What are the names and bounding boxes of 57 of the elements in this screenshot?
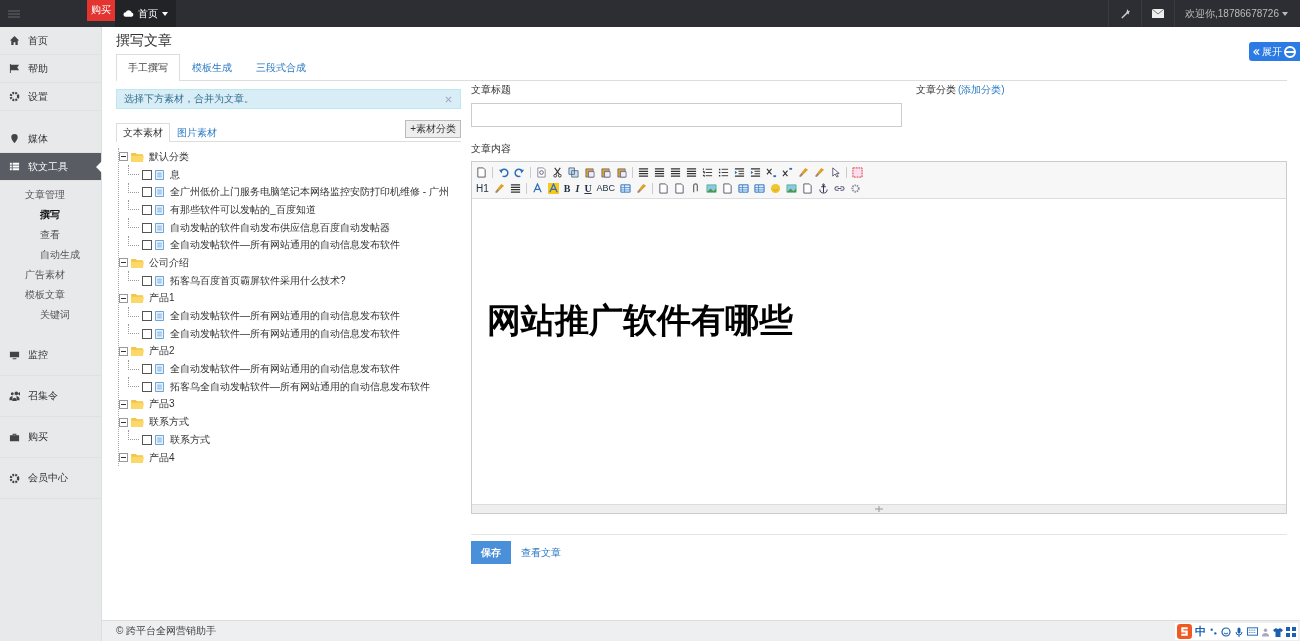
folder-label[interactable]: 联系方式 bbox=[149, 415, 189, 430]
material-title[interactable]: 拓客鸟百度首页霸屏软件采用什么技术? bbox=[170, 273, 346, 288]
material-title[interactable]: 全广州低价上门服务电脑笔记本网络监控安防打印机维修 - 广州 bbox=[170, 185, 449, 200]
folder-label[interactable]: 产品4 bbox=[149, 450, 175, 465]
expand-button[interactable]: 展开 bbox=[1249, 42, 1300, 61]
strikethrough-button[interactable]: ABC bbox=[596, 183, 616, 193]
page-title: 撰写文章 bbox=[116, 32, 173, 50]
buy-badge[interactable]: 购买 bbox=[87, 0, 115, 21]
folder-label[interactable]: 产品1 bbox=[149, 291, 175, 306]
field-label: 文章分类 bbox=[916, 83, 956, 97]
sidebar-item[interactable]: 设置 bbox=[0, 83, 101, 111]
bold-button[interactable]: B bbox=[563, 182, 571, 194]
sidebar-item[interactable]: 软文工具 bbox=[0, 153, 101, 181]
banner-title: 网站推广软件有哪些 bbox=[487, 300, 793, 340]
tab[interactable]: 文本素材 bbox=[116, 123, 170, 142]
underline-button[interactable]: U bbox=[584, 182, 592, 194]
copyright-text: © 跨平台全网营销助手 bbox=[116, 624, 217, 638]
sidebar-item[interactable]: 购买 bbox=[0, 417, 101, 458]
submenu-item[interactable]: 文章管理 bbox=[0, 185, 101, 205]
material-title[interactable]: 联系方式 bbox=[170, 432, 210, 447]
submenu-item[interactable]: 自动生成 bbox=[0, 245, 101, 265]
submenu-item[interactable]: 关键词 bbox=[0, 305, 101, 325]
submenu-item[interactable]: 模板文章 bbox=[0, 285, 101, 305]
sidebar-item[interactable]: 帮助 bbox=[0, 55, 101, 83]
alert-text: 选择下方素材，合并为文章。 bbox=[124, 92, 254, 106]
material-title[interactable]: 全自动发帖软件—所有网站通用的自动信息发布软件 bbox=[170, 362, 400, 377]
material-title[interactable]: 拓客鸟全自动发帖软件—所有网站通用的自动信息发布软件 bbox=[170, 379, 430, 394]
sidebar-item[interactable]: 监控 bbox=[0, 335, 101, 376]
tab[interactable]: 模板生成 bbox=[180, 54, 244, 80]
italic-button[interactable]: I bbox=[575, 182, 580, 194]
heading-button[interactable]: H1 bbox=[476, 182, 489, 194]
sidebar-item[interactable]: 会员中心 bbox=[0, 458, 101, 499]
submenu-item[interactable]: 查看 bbox=[0, 225, 101, 245]
material-title[interactable]: 自动发帖的软件自动发布供应信息百度自动发帖器 bbox=[170, 220, 390, 235]
tab[interactable]: 图片素材 bbox=[170, 123, 224, 141]
add-category-button[interactable]: +素材分类 bbox=[405, 120, 461, 138]
folder-label[interactable]: 产品2 bbox=[149, 344, 175, 359]
material-title[interactable]: 有那些软件可以发帖的_百度知道 bbox=[170, 202, 316, 217]
material-title[interactable]: 全自动发帖软件—所有网站通用的自动信息发布软件 bbox=[170, 309, 400, 324]
tab[interactable]: 手工撰写 bbox=[116, 54, 180, 81]
submenu-item[interactable]: 撰写 bbox=[0, 205, 101, 225]
field-label: 文章内容 bbox=[471, 142, 512, 156]
tab[interactable]: 三段式合成 bbox=[244, 54, 318, 80]
home-menu[interactable]: 首页 bbox=[115, 0, 176, 27]
view-article-link[interactable]: 查看文章 bbox=[521, 545, 561, 560]
sidebar-item[interactable]: 召集令 bbox=[0, 376, 101, 417]
material-title[interactable]: 全自动发帖软件—所有网站通用的自动信息发布软件 bbox=[170, 238, 400, 253]
folder-label[interactable]: 公司介绍 bbox=[149, 255, 189, 270]
folder-label[interactable]: 产品3 bbox=[149, 397, 175, 412]
folder-label[interactable]: 默认分类 bbox=[149, 149, 189, 164]
field-label: 文章标题 bbox=[471, 83, 512, 97]
sidebar-item[interactable]: 首页 bbox=[0, 27, 101, 55]
ime-mode[interactable]: 中 bbox=[1195, 624, 1206, 639]
submenu-item[interactable]: 广告素材 bbox=[0, 265, 101, 285]
material-title[interactable]: 全自动发帖软件—所有网站通用的自动信息发布软件 bbox=[170, 326, 400, 341]
add-category-link[interactable]: (添加分类) bbox=[958, 83, 1005, 97]
material-title[interactable]: 息 bbox=[170, 167, 180, 182]
